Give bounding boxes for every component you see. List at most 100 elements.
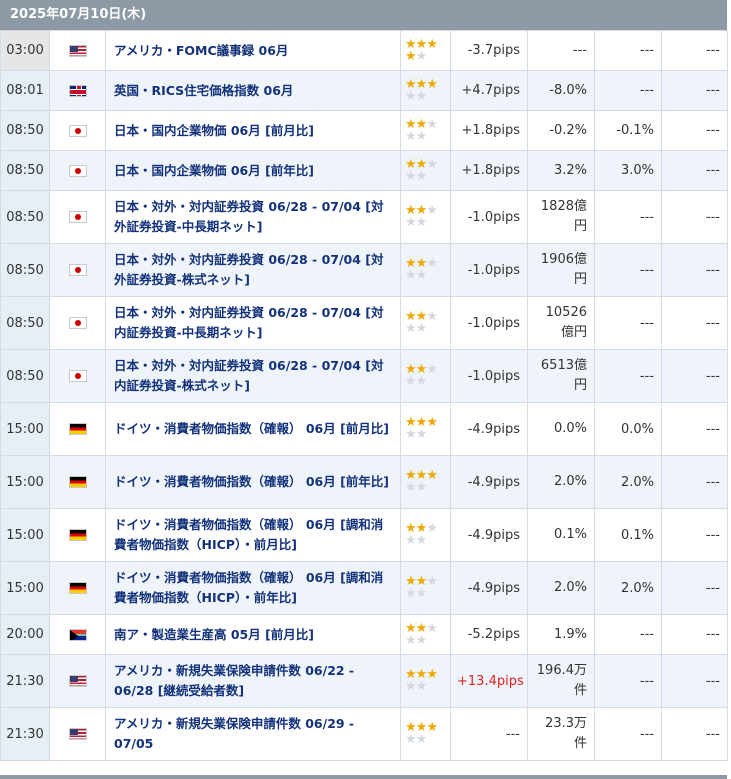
star-icon: ★ (426, 574, 438, 589)
event-name[interactable]: 日本・対外・対内証券投資 06/28 - 07/04 [対内証券投資-中長期ネッ… (105, 296, 401, 350)
previous-value: --- (661, 70, 728, 111)
forecast-value: --- (594, 70, 662, 111)
de-flag-icon (68, 476, 87, 488)
previous-value: --- (661, 190, 728, 244)
importance-stars: ★★★ ★★ (400, 707, 451, 761)
stars-rating: ★★★ ★★ (405, 620, 447, 647)
event-name[interactable]: アメリカ・新規失業保険申請件数 06/29 - 07/05 (105, 707, 401, 761)
pips-change: -1.0pips (450, 190, 528, 244)
event-name[interactable]: 日本・国内企業物価 06月 [前月比] (105, 110, 401, 151)
actual-value: 0.0% (527, 402, 595, 456)
event-row: 08:50 日本・対外・対内証券投資 06/28 - 07/04 [対外証券投資-… (0, 243, 728, 297)
forecast-value: --- (594, 349, 662, 403)
forecast-value: --- (594, 654, 662, 708)
flag-cell (49, 349, 106, 403)
star-icon: ★ (426, 415, 438, 430)
star-icon: ★ (426, 620, 438, 636)
star-icon: ★ (415, 374, 428, 389)
de-flag-icon (68, 529, 87, 541)
stars-rating: ★★★ ★★ (405, 203, 447, 230)
stars-rating: ★★★ ★★ (405, 667, 447, 694)
event-row: 15:00 ドイツ・消費者物価指数（確報） 06月 [前月比] ★★★ ★★ -4.9p… (0, 402, 728, 456)
event-name[interactable]: 日本・国内企業物価 06月 [前年比] (105, 150, 401, 191)
actual-value: -0.2% (527, 110, 595, 151)
flag-cell (49, 110, 106, 151)
star-icon: ★ (415, 268, 428, 283)
event-row: 08:50 日本・国内企業物価 06月 [前月比] ★★★ ★★ +1.8pips -0.… (0, 110, 728, 151)
pips-change: +1.8pips (450, 110, 528, 151)
star-icon: ★ (405, 427, 417, 442)
event-time: 21:30 (0, 654, 50, 708)
bottom-bar (0, 775, 727, 779)
pips-change: -1.0pips (450, 243, 528, 297)
importance-stars: ★★★ ★★ (400, 30, 451, 71)
star-icon: ★ (426, 667, 438, 682)
event-time: 21:30 (0, 707, 50, 761)
star-icon: ★ (426, 468, 438, 483)
pips-change: -4.9pips (450, 402, 528, 456)
forecast-value: -0.1% (594, 110, 662, 151)
previous-value: --- (661, 243, 728, 297)
flag-cell (49, 508, 106, 562)
event-row: 15:00 ドイツ・消費者物価指数（確報） 06月 [前年比] ★★★ ★★ -4.9p… (0, 455, 728, 509)
event-time: 15:00 (0, 455, 50, 509)
pips-change: -4.9pips (450, 561, 528, 615)
pips-change: -1.0pips (450, 296, 528, 350)
star-icon: ★ (426, 116, 438, 132)
event-row: 15:00 ドイツ・消費者物価指数（確報） 06月 [調和消費者物価指数（HICP… (0, 508, 728, 562)
previous-value: --- (661, 150, 728, 191)
actual-value: 10526億円 (527, 296, 595, 350)
event-name[interactable]: 南ア・製造業生産高 05月 [前月比] (105, 614, 401, 655)
flag-cell (49, 614, 106, 655)
us-flag-icon (68, 675, 87, 687)
event-row: 15:00 ドイツ・消費者物価指数（確報） 06月 [調和消費者物価指数（HICP… (0, 561, 728, 615)
star-icon: ★ (426, 76, 438, 92)
previous-value: --- (661, 455, 728, 509)
star-icon: ★ (426, 203, 438, 218)
forecast-value: --- (594, 190, 662, 244)
star-icon: ★ (405, 732, 417, 747)
event-name[interactable]: アメリカ・新規失業保険申請件数 06/22 - 06/28 [継続受給者数] (105, 654, 401, 708)
event-name[interactable]: アメリカ・FOMC議事録 06月 (105, 30, 401, 71)
event-name[interactable]: ドイツ・消費者物価指数（確報） 06月 [調和消費者物価指数（HICP）・前年比… (105, 561, 401, 615)
stars-rating: ★★★ ★★ (405, 468, 447, 495)
star-icon: ★ (415, 586, 428, 601)
stars-rating: ★★★ ★★ (405, 38, 447, 63)
importance-stars: ★★★ ★★ (400, 190, 451, 244)
pips-change: --- (450, 707, 528, 761)
flag-cell (49, 296, 106, 350)
star-icon: ★ (415, 679, 428, 694)
event-name[interactable]: 日本・対外・対内証券投資 06/28 - 07/04 [対外証券投資-株式ネット… (105, 243, 401, 297)
actual-value: 6513億円 (527, 349, 595, 403)
forecast-value: 2.0% (594, 455, 662, 509)
event-name[interactable]: 日本・対外・対内証券投資 06/28 - 07/04 [対外証券投資-中長期ネッ… (105, 190, 401, 244)
jp-flag-icon (68, 164, 87, 177)
us-flag-icon (68, 728, 87, 740)
flag-cell (49, 402, 106, 456)
actual-value: 0.1% (527, 508, 595, 562)
star-icon: ★ (405, 215, 417, 230)
importance-stars: ★★★ ★★ (400, 296, 451, 350)
event-name[interactable]: ドイツ・消費者物価指数（確報） 06月 [前月比] (105, 402, 401, 456)
event-name[interactable]: 日本・対外・対内証券投資 06/28 - 07/04 [対内証券投資-株式ネット… (105, 349, 401, 403)
jp-flag-icon (68, 317, 87, 329)
stars-rating: ★★★ ★★ (405, 257, 447, 283)
previous-value: --- (661, 654, 728, 708)
pips-change: +1.8pips (450, 150, 528, 191)
flag-cell (49, 707, 106, 761)
economic-calendar: 2025年07月10日(木) 03:00 アメリカ・FOMC議事録 06月 ★★★ ★… (0, 0, 728, 761)
event-name[interactable]: 英国・RICS住宅価格指数 06月 (105, 70, 401, 111)
event-row: 08:50 日本・国内企業物価 06月 [前年比] ★★★ ★★ +1.8pips 3.2… (0, 150, 728, 191)
star-icon: ★ (415, 427, 428, 442)
star-icon: ★ (405, 480, 417, 495)
flag-cell (49, 70, 106, 111)
stars-rating: ★★★ ★★ (405, 415, 447, 442)
star-icon: ★ (426, 720, 438, 735)
importance-stars: ★★★ ★★ (400, 614, 451, 655)
event-row: 21:30 アメリカ・新規失業保険申請件数 06/29 - 07/05 ★★★ ★★ -… (0, 707, 728, 761)
pips-change: +13.4pips (450, 654, 528, 708)
event-name[interactable]: ドイツ・消費者物価指数（確報） 06月 [前年比] (105, 455, 401, 509)
event-name[interactable]: ドイツ・消費者物価指数（確報） 06月 [調和消費者物価指数（HICP）・前月比… (105, 508, 401, 562)
star-icon: ★ (426, 362, 438, 377)
forecast-value: --- (594, 296, 662, 350)
